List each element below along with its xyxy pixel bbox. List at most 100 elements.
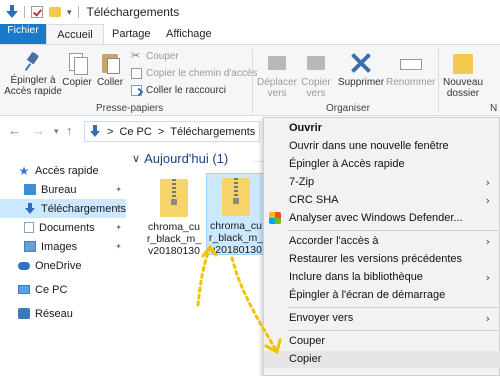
sidebar-item-bureau[interactable]: Bureau ✦	[24, 180, 126, 199]
sidebar-item-onedrive[interactable]: OneDrive	[18, 256, 81, 275]
file-name-line: chroma_cu	[148, 221, 200, 233]
sidebar-item-label: Ce PC	[35, 283, 68, 296]
menu-item-label: Restaurer les versions précédentes	[289, 253, 463, 265]
menu-item-7zip[interactable]: 7-Zip ›	[264, 174, 500, 191]
menu-item-label: Ouvrir	[289, 122, 323, 134]
sidebar-item-telechargements[interactable]: Téléchargements ✦	[0, 199, 126, 218]
copyto-label-1: Copier	[301, 77, 331, 88]
sidebar-item-label: Bureau	[41, 183, 77, 196]
address-bar[interactable]: > Ce PC > Téléchargements	[84, 121, 260, 142]
tab-affichage[interactable]: Affichage	[158, 24, 220, 44]
menu-item-couper[interactable]: Couper	[264, 333, 500, 350]
sidebar-item-label: Accès rapide	[35, 164, 99, 177]
submenu-arrow-icon: ›	[485, 235, 490, 248]
menu-item-label: Accorder l'accès à	[289, 235, 379, 247]
documents-icon	[24, 222, 34, 233]
menu-item-crc-sha[interactable]: CRC SHA ›	[264, 192, 500, 209]
forward-arrow-icon[interactable]: →	[32, 123, 45, 138]
computer-icon	[18, 285, 30, 294]
menu-item-label: Ouvrir dans une nouvelle fenêtre	[289, 140, 449, 152]
move-to-icon	[265, 51, 289, 75]
context-menu: Ouvrir Ouvrir dans une nouvelle fenêtre …	[263, 117, 500, 376]
submenu-arrow-icon: ›	[485, 312, 490, 325]
quick-access-dropdown-icon[interactable]: ▾	[67, 7, 72, 18]
cut-button[interactable]: Couper	[131, 49, 179, 62]
rename-label: Renommer	[386, 77, 436, 88]
back-arrow-icon[interactable]: ←	[8, 123, 21, 138]
menu-item-label: Couper	[289, 335, 326, 347]
menu-item-label: Épingler à Accès rapide	[289, 158, 405, 170]
menu-item-label: Copier	[289, 353, 322, 365]
file-item-selected[interactable]: chroma_cu r_black_m_ v20180130	[206, 173, 266, 256]
sidebar-item-label: Documents	[39, 221, 95, 234]
sidebar-item-documents[interactable]: Documents ✦	[24, 218, 126, 237]
sidebar-item-reseau[interactable]: Réseau	[18, 304, 73, 323]
breadcrumb-ce-pc[interactable]: Ce PC	[119, 126, 151, 138]
menu-item-label: Analyser avec Windows Defender...	[289, 212, 463, 224]
recent-dropdown-icon[interactable]: ▾	[54, 126, 59, 137]
chevron-down-icon: ∨	[132, 152, 141, 165]
window-title: Téléchargements	[86, 5, 180, 19]
download-arrow-icon[interactable]	[6, 5, 18, 19]
copy-icon	[66, 51, 88, 75]
tab-partage[interactable]: Partage	[104, 24, 159, 44]
sidebar-item-quick-access[interactable]: ★ Accès rapide	[18, 161, 99, 180]
up-arrow-icon[interactable]: ↑	[66, 123, 73, 138]
file-name-line: r_black_m_	[146, 233, 202, 245]
copy-button[interactable]: Copier	[62, 51, 92, 88]
paste-button[interactable]: Coller	[95, 51, 125, 88]
new-folder-icon	[451, 51, 475, 75]
breadcrumb-sep: >	[157, 125, 165, 138]
rename-button[interactable]: Renommer	[386, 51, 436, 88]
breadcrumb-telechargements[interactable]: Téléchargements	[170, 126, 255, 138]
tab-accueil[interactable]: Accueil	[46, 24, 104, 44]
pin-icon	[22, 51, 44, 73]
copyto-label-2: vers	[306, 88, 326, 99]
sidebar-item-label: Images	[41, 240, 78, 253]
menu-separator	[288, 230, 498, 231]
images-icon	[24, 241, 36, 252]
paste-label: Coller	[96, 77, 124, 88]
menu-item-label: Épingler à l'écran de démarrage	[289, 289, 446, 301]
new-folder-label-1: Nouveau	[442, 77, 484, 88]
tab-fichier[interactable]: Fichier	[0, 24, 46, 44]
menu-item-pin-start[interactable]: Épingler à l'écran de démarrage	[264, 287, 500, 304]
menu-separator	[288, 307, 498, 308]
new-group-label: N	[490, 103, 498, 114]
menu-item-give-access[interactable]: Accorder l'accès à ›	[264, 233, 500, 250]
paste-shortcut-button[interactable]: Coller le raccourci	[131, 85, 226, 96]
menu-item-pin-quick-access[interactable]: Épingler à Accès rapide	[264, 156, 500, 173]
pin-label-1: Épingler à	[10, 75, 56, 86]
file-name-line: v20180130	[210, 244, 262, 256]
delete-button[interactable]: Supprimer	[336, 51, 386, 88]
file-name-line: r_black_m_	[208, 232, 264, 244]
move-to-button[interactable]: Déplacer vers	[256, 51, 298, 99]
copy-path-button[interactable]: Copier le chemin d'accès	[131, 68, 257, 79]
menu-item-windows-defender[interactable]: Analyser avec Windows Defender...	[264, 210, 500, 227]
file-item[interactable]: chroma_cu r_black_m_ v20180130	[144, 175, 204, 257]
delete-x-icon	[349, 51, 373, 75]
menu-item-open-new-window[interactable]: Ouvrir dans une nouvelle fenêtre	[264, 138, 500, 155]
new-folder-button[interactable]: Nouveau dossier	[440, 51, 486, 99]
new-folder-quick-icon[interactable]	[49, 7, 61, 17]
pin-quick-access-button[interactable]: Épingler à Accès rapide	[4, 51, 62, 97]
group-header-today[interactable]: ∨ Aujourd'hui (1)	[132, 151, 228, 166]
desktop-icon	[24, 184, 36, 195]
menu-item-include-library[interactable]: Inclure dans la bibliothèque ›	[264, 269, 500, 286]
menu-item-restore-versions[interactable]: Restaurer les versions précédentes	[264, 251, 500, 268]
downloads-icon	[24, 203, 36, 214]
sidebar-item-ce-pc[interactable]: Ce PC	[18, 280, 67, 299]
navigation-pane: ★ Accès rapide Bureau ✦ Téléchargements …	[0, 145, 126, 376]
sidebar-item-images[interactable]: Images ✦	[24, 237, 126, 256]
menu-item-send-to[interactable]: Envoyer vers ›	[264, 310, 500, 327]
menu-item-ouvrir[interactable]: Ouvrir	[264, 120, 500, 137]
file-name-line: chroma_cu	[210, 220, 262, 232]
submenu-arrow-icon: ›	[485, 271, 490, 284]
copy-label: Copier	[62, 77, 92, 88]
network-icon	[18, 308, 30, 319]
copy-to-button[interactable]: Copier vers	[298, 51, 334, 99]
file-name-line: v20180130	[148, 245, 200, 257]
shortcut-icon	[131, 85, 142, 96]
menu-item-copier[interactable]: Copier	[264, 351, 500, 368]
properties-checkbox-icon[interactable]	[31, 6, 43, 18]
